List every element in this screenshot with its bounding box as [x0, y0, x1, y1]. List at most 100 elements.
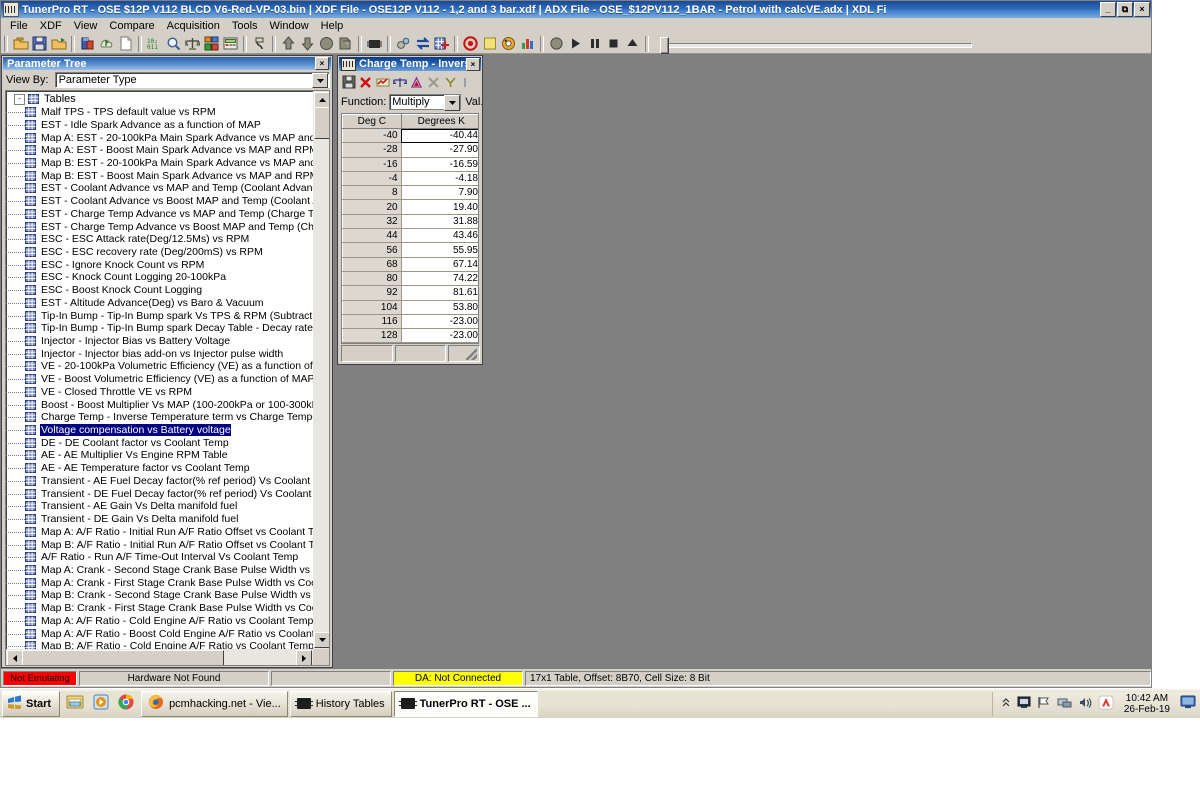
tree-item[interactable]: Transient - AE Gain Vs Delta manifold fu…: [6, 500, 313, 513]
tree-item[interactable]: Charge Temp - Inverse Temperature term v…: [6, 411, 313, 424]
tree-item[interactable]: EST - Charge Temp Advance vs MAP and Tem…: [6, 207, 313, 220]
tree-item[interactable]: EST - Coolant Advance vs Boost MAP and T…: [6, 195, 313, 208]
delta-icon[interactable]: [408, 74, 425, 91]
gauge-icon[interactable]: [499, 35, 518, 53]
table-row[interactable]: 32 31.88: [342, 213, 478, 230]
emulator-chip-icon[interactable]: [365, 35, 384, 53]
chrome-icon[interactable]: [117, 693, 135, 714]
pause-icon[interactable]: [585, 35, 604, 53]
record-icon[interactable]: [461, 35, 480, 53]
layout-icon[interactable]: [202, 35, 221, 53]
hex-editor-icon[interactable]: 10₂ 011: [145, 35, 164, 53]
value-cell[interactable]: -23.00: [401, 314, 478, 330]
avast-icon[interactable]: [1098, 695, 1114, 713]
tree-item[interactable]: VE - 20-100kPa Volumetric Efficiency (VE…: [6, 360, 313, 373]
tree-item[interactable]: ESC - ESC Attack rate(Deg/12.5Ms) vs RPM: [6, 233, 313, 246]
value-cell[interactable]: 31.88: [401, 214, 478, 230]
tree-item[interactable]: EST - Altitude Advance(Deg) vs Baro & Va…: [6, 297, 313, 310]
column-header-degrees-k[interactable]: Degrees K: [400, 114, 478, 129]
axis-cell[interactable]: 32: [342, 213, 402, 230]
chevron-down-icon[interactable]: [312, 73, 328, 88]
tree-item[interactable]: Map A: Crank - Second Stage Crank Base P…: [6, 564, 313, 577]
table-row[interactable]: -16 -16.59: [342, 156, 478, 172]
scroll-up-icon[interactable]: [314, 92, 329, 108]
tree-vertical-scrollbar[interactable]: [313, 91, 329, 649]
table-row[interactable]: 68 67.14: [342, 256, 478, 272]
volume-icon[interactable]: [1078, 696, 1092, 712]
table-row[interactable]: 92 81.61: [342, 285, 478, 301]
close-icon[interactable]: ×: [315, 57, 329, 70]
value-cell[interactable]: 7.90: [401, 185, 478, 201]
new-file-icon[interactable]: [116, 35, 135, 53]
tree-item[interactable]: AE - AE Multiplier Vs Engine RPM Table: [6, 449, 313, 462]
axis-cell[interactable]: 92: [342, 285, 402, 301]
tree-item[interactable]: ESC - Boost Knock Count Logging: [6, 284, 313, 297]
tree-item[interactable]: Malf TPS - TPS default value vs RPM: [6, 106, 313, 119]
view-by-combo[interactable]: Parameter Type: [54, 72, 330, 88]
close-icon[interactable]: ×: [466, 57, 480, 71]
bin-compare-icon[interactable]: [78, 35, 97, 53]
table-row[interactable]: 116 -23.00: [342, 313, 478, 330]
vertical-scroll-thumb[interactable]: [314, 107, 329, 139]
burn-chip-icon[interactable]: [317, 35, 336, 53]
menu-window[interactable]: Window: [264, 19, 315, 33]
show-desktop-icon[interactable]: [1180, 695, 1196, 712]
axis-cell[interactable]: 8: [342, 185, 402, 201]
tree-item[interactable]: Transient - AE Fuel Decay factor(% ref p…: [6, 475, 313, 488]
acquisition-slider[interactable]: [658, 35, 978, 54]
tree-item[interactable]: EST - Coolant Advance vs MAP and Temp (C…: [6, 182, 313, 195]
table-row[interactable]: 104 53.80: [342, 299, 478, 315]
minimize-button[interactable]: _: [1100, 2, 1116, 17]
tree-item[interactable]: EST - Idle Spark Advance as a function o…: [6, 118, 313, 131]
extra-icon[interactable]: [459, 74, 476, 91]
charge-temp-data-grid[interactable]: Deg C Degrees K -40 -40.44 -28 -27.90 -16 -16…: [342, 114, 478, 343]
tree-item[interactable]: DE - DE Coolant factor vs Coolant Temp: [6, 436, 313, 449]
table-row[interactable]: 128 -23.00: [342, 328, 478, 343]
value-cell[interactable]: -27.90: [401, 142, 478, 158]
tree-item[interactable]: Map A: EST - Boost Main Spark Advance vs…: [6, 144, 313, 157]
save-disk-icon[interactable]: [340, 74, 357, 91]
value-cell[interactable]: -4.18: [401, 171, 478, 187]
upload-arrow-icon[interactable]: [279, 35, 298, 53]
tree-item[interactable]: ESC - ESC recovery rate (Deg/200mS) vs R…: [6, 246, 313, 259]
table-row[interactable]: 20 19.40: [342, 199, 478, 215]
value-cell[interactable]: 55.95: [401, 242, 478, 258]
tree-item[interactable]: Map B: Crank - Second Stage Crank Base P…: [6, 589, 313, 602]
media-player-icon[interactable]: [92, 693, 110, 714]
axis-cell[interactable]: 80: [342, 270, 402, 287]
tree-item[interactable]: Map A: A/F Ratio - Cold Engine A/F Ratio…: [6, 614, 313, 627]
taskbar-item-tunerpro[interactable]: TunerPro RT - OSE ...: [393, 690, 538, 717]
tree-item[interactable]: EST - Charge Temp Advance vs Boost MAP a…: [6, 220, 313, 233]
menu-xdf[interactable]: XDF: [34, 19, 68, 33]
compare-scales-icon[interactable]: [183, 35, 202, 53]
swap-arrows-icon[interactable]: [413, 35, 432, 53]
axis-cell[interactable]: 68: [342, 256, 402, 272]
tree-item[interactable]: Map B: A/F Ratio - Cold Engine A/F Ratio…: [6, 640, 313, 649]
tree-item[interactable]: Transient - DE Fuel Decay factor(% ref p…: [6, 487, 313, 500]
upload-cloud-icon[interactable]: [97, 35, 116, 53]
tree-item[interactable]: Voltage compensation vs Battery voltage: [6, 424, 313, 437]
table-row[interactable]: -4 -4.18: [342, 170, 478, 187]
tree-item[interactable]: VE - Closed Throttle VE vs RPM: [6, 386, 313, 399]
device-icon[interactable]: [1017, 696, 1031, 712]
axis-cell[interactable]: -40: [342, 127, 402, 144]
settings-gears-icon[interactable]: [394, 35, 413, 53]
copy-icon[interactable]: [336, 35, 355, 53]
tree-item[interactable]: Boost - Boost Multiplier Vs MAP (100-200…: [6, 398, 313, 411]
column-header-deg-c[interactable]: Deg C: [342, 114, 402, 129]
eject-icon[interactable]: [623, 35, 642, 53]
value-cell[interactable]: -40.44: [401, 128, 478, 144]
calculator-icon[interactable]: [221, 35, 240, 53]
tree-item[interactable]: VE - Boost Volumetric Efficiency (VE) as…: [6, 373, 313, 386]
restore-button[interactable]: ⧉: [1117, 2, 1133, 17]
axis-cell[interactable]: -16: [342, 156, 402, 172]
play-icon[interactable]: [566, 35, 585, 53]
explorer-icon[interactable]: [65, 693, 85, 714]
tree-item[interactable]: ESC - Knock Count Logging 20-100kPa: [6, 271, 313, 284]
value-cell[interactable]: 43.46: [401, 228, 478, 244]
network-icon[interactable]: [1057, 696, 1072, 712]
table-grid-icon[interactable]: [432, 35, 451, 53]
tree-item[interactable]: Map A: Crank - First Stage Crank Base Pu…: [6, 576, 313, 589]
save-disk-icon[interactable]: [30, 35, 49, 53]
search-icon[interactable]: [164, 35, 183, 53]
